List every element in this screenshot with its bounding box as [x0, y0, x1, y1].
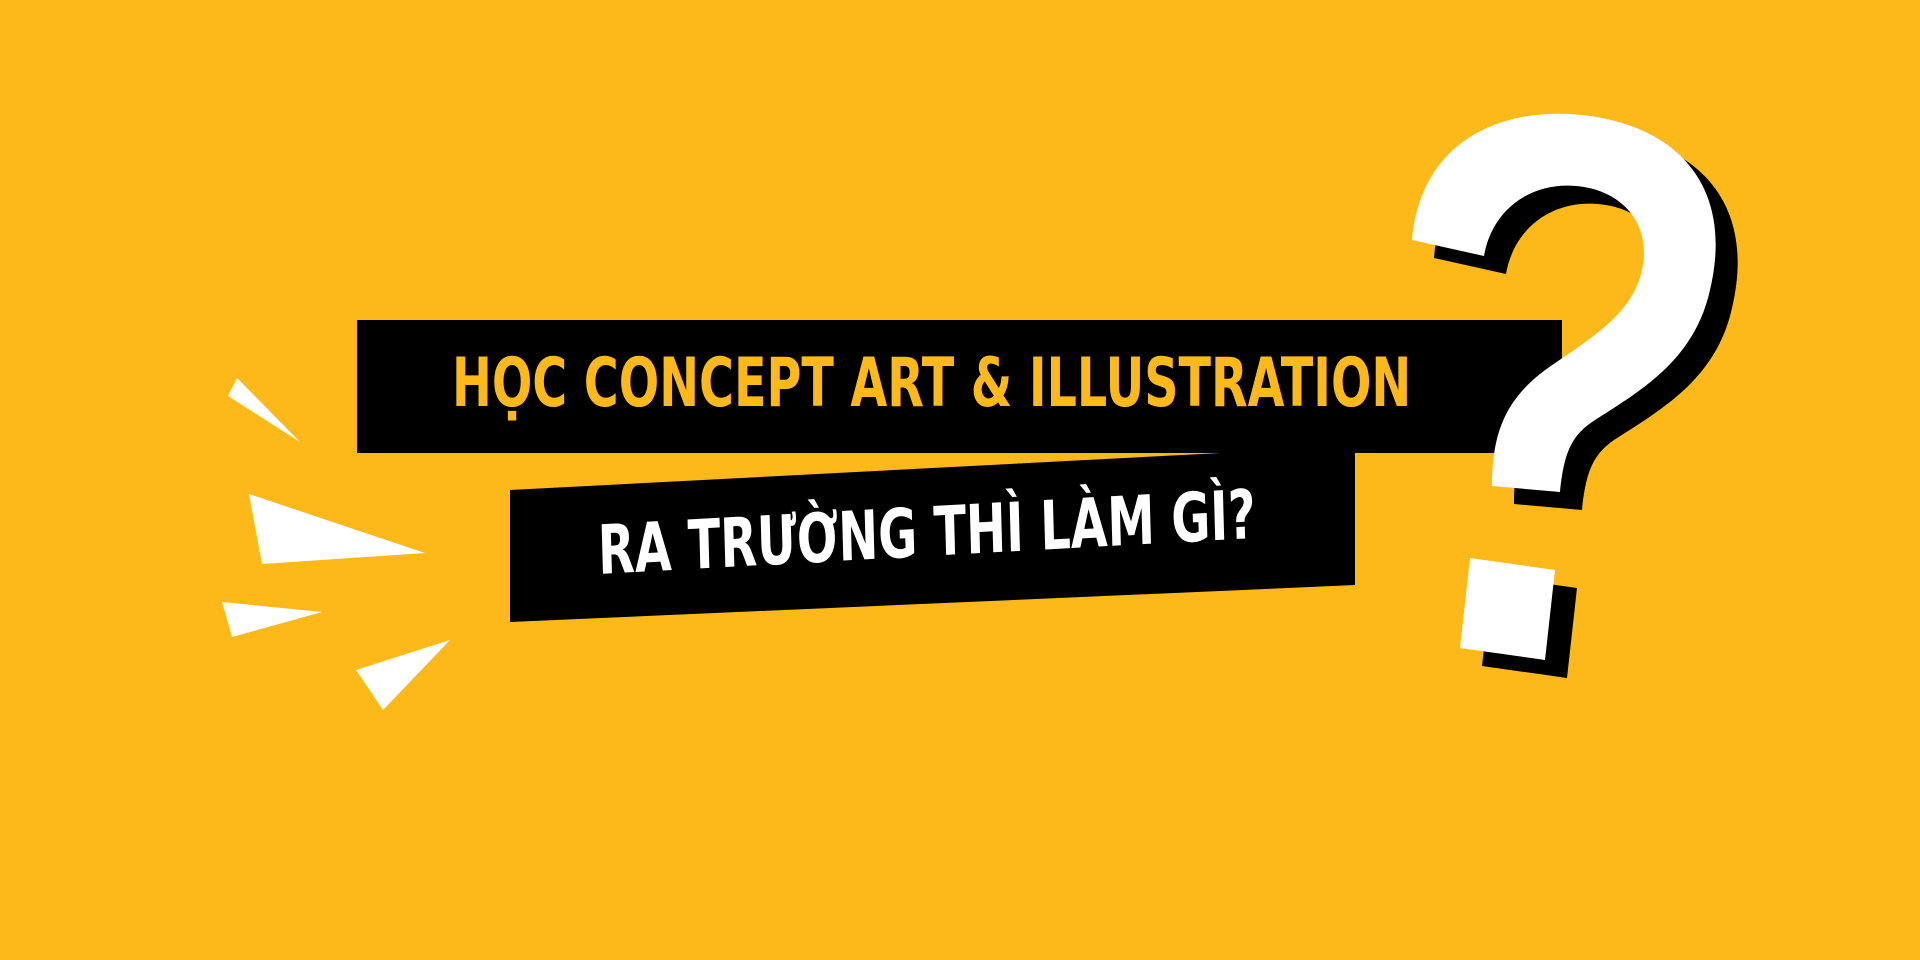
burst-ray	[228, 378, 300, 442]
headline-line-1: HỌC CONCEPT ART & ILLUSTRATION	[452, 344, 1412, 423]
question-mark-icon	[1412, 113, 1738, 678]
burst-ray	[249, 494, 425, 564]
burst-ray	[222, 602, 322, 637]
banner: HỌC CONCEPT ART & ILLUSTRATION RA TRƯỜNG…	[0, 0, 1920, 960]
burst-ray	[356, 640, 450, 710]
